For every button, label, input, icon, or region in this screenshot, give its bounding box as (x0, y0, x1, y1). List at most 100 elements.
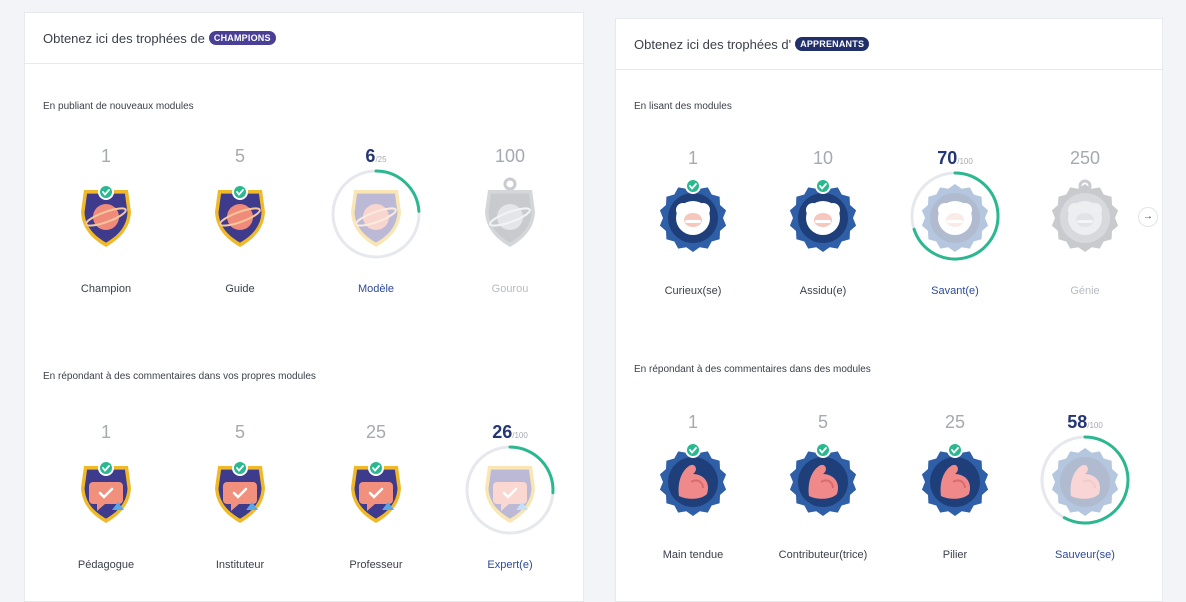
read-section-label: En lisant des modules (634, 101, 732, 112)
planet-shield-icon (51, 169, 161, 259)
trophy-name: Curieux(se) (664, 285, 722, 297)
muscle-badge-icon (638, 435, 748, 525)
planet-shield-icon (185, 169, 295, 259)
trophy-count: 1 (638, 147, 748, 169)
trophy-name: Main tendue (662, 549, 724, 561)
trophy-génie[interactable]: 250 Génie (1030, 147, 1140, 297)
trophy-count-value: 70 (937, 148, 958, 168)
trophy-count: 26/100 (455, 421, 565, 443)
trophy-count: 5 (185, 421, 295, 443)
trophy-count: 1 (51, 145, 161, 167)
trophy-assidu-e[interactable]: 10 Assidu(e) (768, 147, 878, 297)
trophy-count-max: /25 (375, 155, 387, 164)
einstein-badge-icon (768, 171, 878, 261)
trophy-gourou[interactable]: 100 Gourou (455, 145, 565, 295)
trophy-name: Expert(e) (487, 559, 533, 571)
trophy-count: 250 (1030, 147, 1140, 169)
planet-medal-icon (455, 169, 565, 259)
trophy-count: 100 (455, 145, 565, 167)
reply-trophy-row: 1 Main tendue 5 Contributeur(trice) 25 Pilier… (616, 411, 1162, 561)
chat-shield-icon (51, 445, 161, 535)
trophy-count-value: 1 (100, 422, 111, 442)
trophy-name: Génie (1070, 285, 1100, 297)
planet-shield-icon (321, 169, 431, 259)
trophy-name: Guide (225, 283, 255, 295)
trophy-count-value: 100 (494, 146, 526, 166)
trophy-count-value: 26 (492, 422, 513, 442)
trophy-count: 5 (768, 411, 878, 433)
reply-own-trophy-row: 1 Pédagogue 5 Instituteur 25 Professeur 26/100… (25, 421, 583, 571)
trophy-count-max: /100 (957, 157, 973, 166)
trophy-count: 25 (321, 421, 431, 443)
trophy-count-value: 58 (1067, 412, 1088, 432)
trophy-name: Gourou (491, 283, 529, 295)
trophy-name: Contributeur(trice) (778, 549, 868, 561)
trophy-count: 6/25 (321, 145, 431, 167)
trophy-curieux-se[interactable]: 1 Curieux(se) (638, 147, 748, 297)
trophy-count-value: 1 (687, 412, 698, 432)
trophy-main-tendue[interactable]: 1 Main tendue (638, 411, 748, 561)
trophy-name: Instituteur (215, 559, 265, 571)
einstein-medal-icon (1030, 171, 1140, 261)
trophy-contributeur-trice[interactable]: 5 Contributeur(trice) (768, 411, 878, 561)
trophy-count-max: /100 (512, 431, 528, 440)
publish-section-label: En publiant de nouveaux modules (43, 101, 194, 112)
trophy-count: 10 (768, 147, 878, 169)
trophy-count: 70/100 (900, 147, 1010, 169)
trophy-count-value: 5 (817, 412, 828, 432)
chat-shield-icon (185, 445, 295, 535)
trophy-name: Assidu(e) (799, 285, 847, 297)
trophy-count: 1 (638, 411, 748, 433)
muscle-badge-icon (768, 435, 878, 525)
einstein-badge-icon (638, 171, 748, 261)
trophy-champion[interactable]: 1 Champion (51, 145, 161, 295)
trophy-count: 5 (185, 145, 295, 167)
champions-panel: Obtenez ici des trophées de CHAMPIONS En… (24, 12, 584, 602)
trophy-count-max: /100 (1087, 421, 1103, 430)
trophy-count-value: 1 (687, 148, 698, 168)
trophy-count-value: 10 (812, 148, 834, 168)
trophy-modèle[interactable]: 6/25 Modèle (321, 145, 431, 295)
next-arrow-button[interactable]: → (1138, 207, 1158, 227)
muscle-badge-icon (1030, 435, 1140, 525)
trophy-sauveur-se[interactable]: 58/100 Sauveur(se) (1030, 411, 1140, 561)
trophy-count-value: 5 (234, 422, 245, 442)
trophy-pédagogue[interactable]: 1 Pédagogue (51, 421, 161, 571)
trophy-count: 25 (900, 411, 1010, 433)
champions-header-text: Obtenez ici des trophées de (43, 30, 205, 46)
trophy-count-value: 25 (365, 422, 387, 442)
trophy-pilier[interactable]: 25 Pilier (900, 411, 1010, 561)
trophy-count-value: 250 (1069, 148, 1101, 168)
champions-panel-header: Obtenez ici des trophées de CHAMPIONS (25, 13, 583, 64)
trophy-count-value: 6 (365, 146, 376, 166)
trophy-expert-e[interactable]: 26/100 Expert(e) (455, 421, 565, 571)
learners-panel-header: Obtenez ici des trophées d' APPRENANTS (616, 19, 1162, 70)
trophy-count-value: 5 (234, 146, 245, 166)
trophy-name: Pilier (942, 549, 968, 561)
learners-pill: APPRENANTS (795, 37, 870, 51)
trophy-name: Champion (80, 283, 132, 295)
trophy-savant-e[interactable]: 70/100 Savant(e) (900, 147, 1010, 297)
trophy-name: Pédagogue (77, 559, 135, 571)
trophy-count: 58/100 (1030, 411, 1140, 433)
learners-panel: Obtenez ici des trophées d' APPRENANTS E… (615, 18, 1163, 602)
reply-own-section-label: En répondant à des commentaires dans vos… (43, 371, 316, 382)
trophy-professeur[interactable]: 25 Professeur (321, 421, 431, 571)
read-trophy-row: 1 Curieux(se) 10 Assidu(e) 70/100 Savant(e) 25… (616, 147, 1162, 297)
trophy-name: Professeur (349, 559, 403, 571)
trophy-instituteur[interactable]: 5 Instituteur (185, 421, 295, 571)
learners-header-text: Obtenez ici des trophées d' (634, 36, 792, 52)
trophy-count: 1 (51, 421, 161, 443)
publish-trophy-row: 1 Champion 5 Guide 6/25 Modèle 100 Gourou (25, 145, 583, 295)
reply-section-label: En répondant à des commentaires dans des… (634, 364, 871, 375)
trophy-count-value: 25 (944, 412, 966, 432)
trophy-guide[interactable]: 5 Guide (185, 145, 295, 295)
trophy-name: Savant(e) (931, 285, 979, 297)
chat-shield-icon (455, 445, 565, 535)
muscle-badge-icon (900, 435, 1010, 525)
champions-pill: CHAMPIONS (208, 31, 276, 45)
trophy-count-value: 1 (100, 146, 111, 166)
einstein-badge-icon (900, 171, 1010, 261)
trophy-name: Modèle (357, 283, 395, 295)
chat-shield-icon (321, 445, 431, 535)
